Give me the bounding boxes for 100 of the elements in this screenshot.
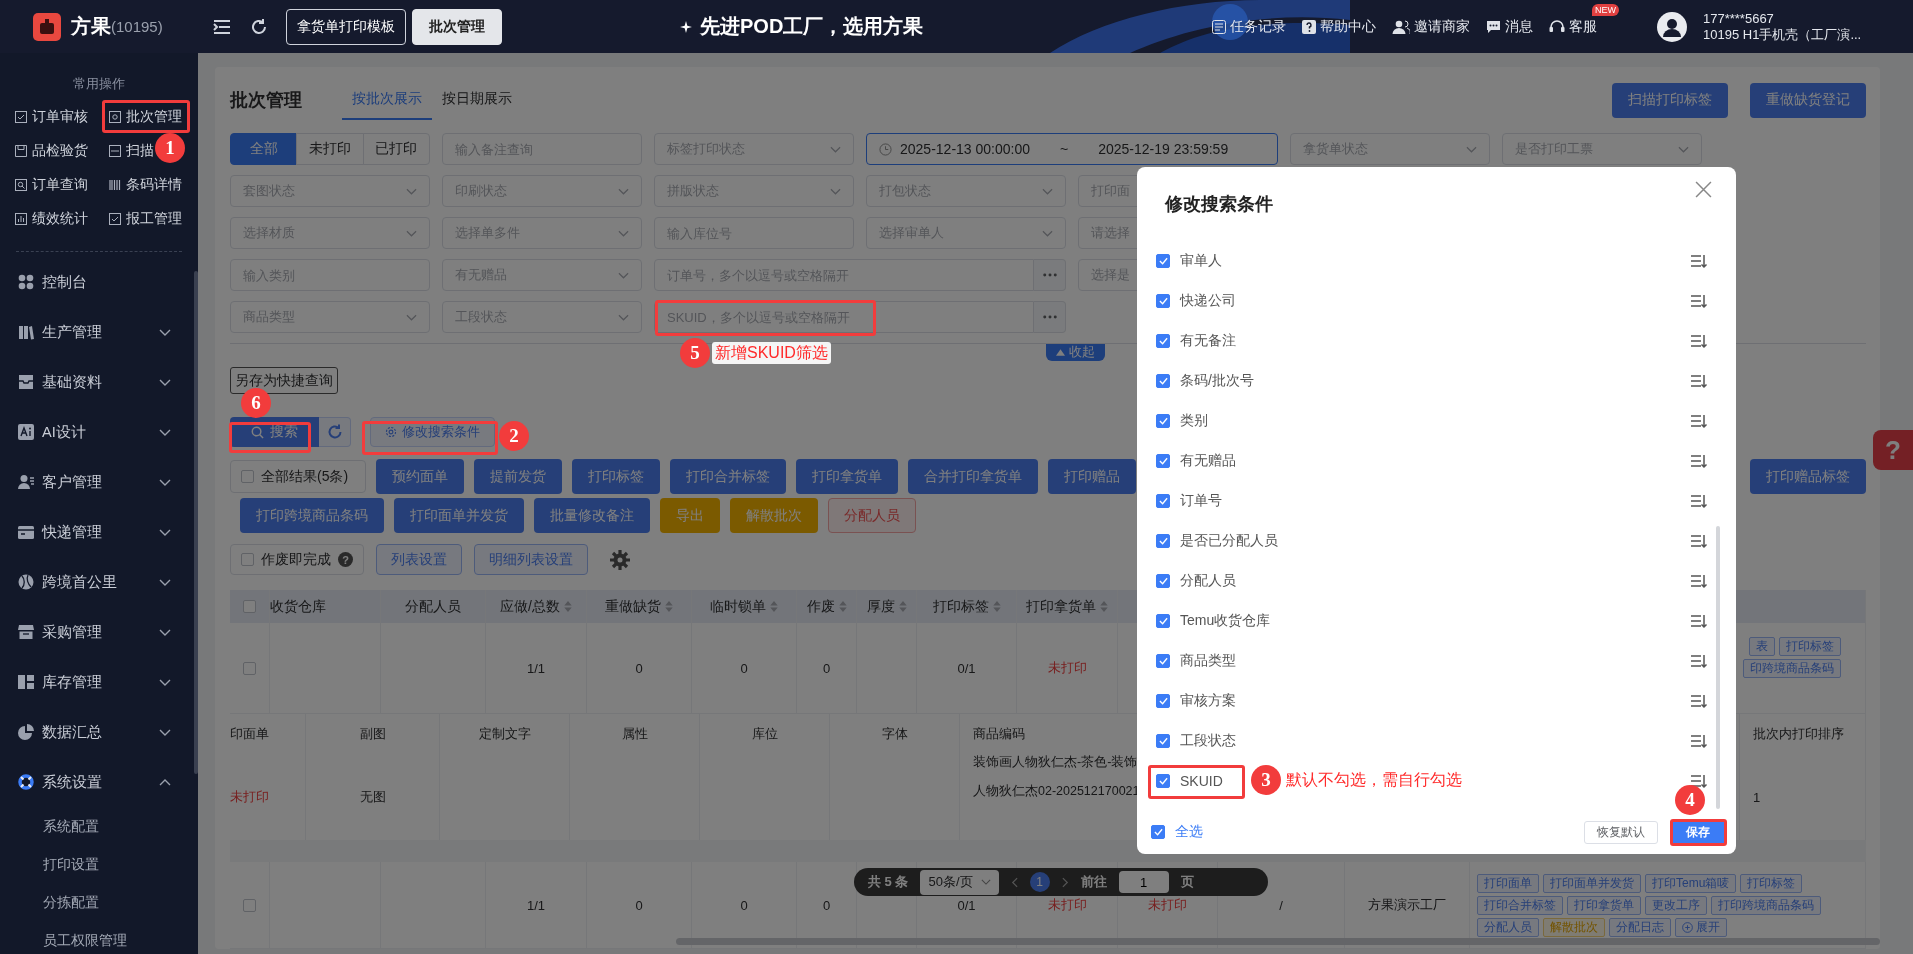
condition-checkbox[interactable]: 是否已分配人员 (1156, 532, 1278, 550)
condition-checkbox[interactable]: 快递公司 (1156, 292, 1236, 310)
menu-item[interactable]: 控制台 (0, 257, 198, 307)
submenu-item[interactable]: 系统配置 (0, 807, 198, 845)
bulk-action-button[interactable]: 打印面单并发货 (394, 498, 524, 533)
quick-link[interactable]: 条码详情 (109, 175, 182, 195)
row-action-link[interactable]: 打印Temu箱唛 (1645, 873, 1737, 893)
annotation-note: 默认不勾选，需自行勾选 (1283, 769, 1465, 791)
menu-item[interactable]: 数据汇总 (0, 707, 198, 757)
table-cell: 0 (822, 897, 831, 913)
condition-checkbox[interactable]: 有无赠品 (1156, 452, 1236, 470)
table-cell: 0 (635, 660, 643, 676)
condition-checkbox[interactable]: 条码/批次号 (1156, 372, 1254, 390)
header-link[interactable]: 帮助中心 (1302, 17, 1376, 36)
bulk-action-button[interactable]: 打印赠品 (1048, 459, 1136, 494)
settings-button[interactable]: 列表设置 (376, 544, 462, 575)
collapse-button[interactable]: 收起 (1046, 344, 1105, 361)
restore-default-button[interactable]: 恢复默认 (1584, 820, 1658, 844)
filter-segment[interactable]: 未打印 (296, 133, 364, 165)
bulk-action-button[interactable]: 打印赠品标签 (1750, 459, 1866, 494)
row-action-link[interactable]: 分配人员 (1477, 917, 1539, 937)
condition-checkbox[interactable]: 审单人 (1156, 252, 1222, 270)
menu-item[interactable]: 基础资料 (0, 357, 198, 407)
action-button[interactable]: 重做缺货登记 (1750, 82, 1866, 118)
column-header: 副图 (359, 725, 386, 743)
table-cell: 0 (635, 897, 643, 913)
row-action-link[interactable]: 打印跨境商品条码 (1711, 895, 1821, 915)
action-button[interactable]: 扫描打印标签 (1612, 82, 1728, 118)
nav-tab[interactable]: 批次管理 (412, 8, 502, 45)
column-header: 印面单 (230, 725, 269, 743)
user-phone: 177****5667 (1703, 10, 1775, 27)
condition-checkbox[interactable]: 工段状态 (1156, 732, 1236, 750)
select-all-checkbox[interactable]: 全部结果(5条) (230, 460, 366, 493)
void-complete-checkbox[interactable]: 作废即完成 ? (230, 544, 364, 575)
settings-button[interactable]: 明细列表设置 (474, 544, 588, 575)
row-action-link[interactable]: 打印合并标签 (1477, 895, 1563, 915)
menu-item[interactable]: 生产管理 (0, 307, 198, 357)
row-action-link[interactable]: 印跨境商品条码 (1743, 659, 1841, 678)
condition-checkbox[interactable]: 商品类型 (1156, 652, 1236, 670)
date-range-field[interactable]: 2025-12-13 00:00:00 ~ 2025-12-19 23:59:59 (866, 133, 1278, 165)
menu-item[interactable]: 系统设置 (0, 757, 198, 807)
nav-tab[interactable]: 拿货单打印模板 (286, 8, 406, 45)
header-link[interactable]: 邀请商家 (1392, 17, 1470, 36)
row-action-link[interactable]: 更改工序 (1645, 895, 1707, 915)
condition-checkbox[interactable]: 类别 (1156, 412, 1208, 430)
column-header: 字体 (881, 725, 908, 743)
menu-item[interactable]: 采购管理 (0, 607, 198, 657)
page-input[interactable]: 1 (1118, 871, 1169, 893)
page-number[interactable]: 1 (1029, 872, 1050, 892)
condition-checkbox[interactable]: Temu收货仓库 (1156, 612, 1271, 630)
quick-link[interactable]: 绩效统计 (15, 209, 88, 229)
quick-link[interactable]: 批次管理 (109, 107, 182, 127)
condition-checkbox[interactable]: 审核方案 (1156, 692, 1236, 710)
view-tab[interactable]: 按日期展示 (432, 80, 522, 120)
header-link[interactable]: 任务记录 (1212, 17, 1286, 36)
table-cell: 装饰画人物狄仁杰-茶色-装饰 (973, 754, 1138, 771)
menu-item[interactable]: AI设计 (0, 407, 198, 457)
menu-item[interactable]: 跨境首公里 (0, 557, 198, 607)
row-action-link[interactable]: 打印拿货单 (1567, 895, 1641, 915)
bulk-action-button[interactable]: 合并打印拿货单 (908, 459, 1038, 494)
filter-segment[interactable]: 全部 (230, 133, 298, 165)
submenu-item[interactable]: 打印设置 (0, 845, 198, 883)
bulk-action-button[interactable]: 打印跨境商品条码 (240, 498, 384, 533)
header-link[interactable]: 客服 (1549, 17, 1597, 36)
quick-link[interactable]: 品检验货 (15, 141, 88, 161)
menu-item[interactable]: 库存管理 (0, 657, 198, 707)
quick-link[interactable]: 扫描 (109, 141, 154, 161)
bulk-action-button[interactable]: 预约面单 (376, 459, 464, 494)
submenu-item[interactable]: 分拣配置 (0, 883, 198, 921)
row-action-link[interactable]: 打印标签 (1779, 637, 1841, 656)
row-action-link[interactable]: 打印面单并发货 (1543, 873, 1641, 893)
bulk-action-button[interactable]: 打印合并标签 (670, 459, 786, 494)
header-link[interactable]: 消息 (1486, 17, 1533, 36)
bulk-action-button[interactable]: 提前发货 (474, 459, 562, 494)
row-action-link[interactable]: 表 (1749, 637, 1775, 656)
filter-segment[interactable]: 已打印 (362, 133, 430, 165)
bulk-action-button[interactable]: 打印标签 (572, 459, 660, 494)
bulk-action-button[interactable]: 打印拿货单 (796, 459, 898, 494)
quick-link[interactable]: 报工管理 (109, 209, 182, 229)
view-tab[interactable]: 按批次展示 (342, 80, 432, 120)
page-size-select[interactable]: 50条/页 (920, 869, 999, 895)
save-query-button[interactable]: 另存为快捷查询 (230, 367, 338, 394)
select-all-checkbox[interactable]: 全选 (1151, 823, 1203, 841)
condition-checkbox[interactable]: SKUID (1156, 773, 1223, 789)
quick-link[interactable]: 订单审核 (15, 107, 88, 127)
help-tab[interactable]: ? (1873, 430, 1913, 470)
submenu-item[interactable]: 员工权限管理 (0, 921, 198, 954)
menu-item[interactable]: 客户管理 (0, 457, 198, 507)
brand-count: (10195) (111, 18, 163, 35)
bulk-action-button[interactable]: 分配人员 (828, 498, 916, 533)
bulk-action-button[interactable]: 批量修改备注 (534, 498, 650, 533)
quick-link[interactable]: 订单查询 (15, 175, 88, 195)
row-action-link[interactable]: 展开 (1675, 917, 1727, 937)
condition-checkbox[interactable]: 订单号 (1156, 492, 1222, 510)
row-action-link[interactable]: 打印标签 (1740, 873, 1803, 893)
condition-checkbox[interactable]: 有无备注 (1156, 332, 1236, 350)
row-action-link[interactable]: 打印面单 (1477, 873, 1539, 893)
condition-checkbox[interactable]: 分配人员 (1156, 572, 1236, 590)
row-action-link[interactable]: 分配日志 (1609, 917, 1671, 937)
menu-item[interactable]: 快递管理 (0, 507, 198, 557)
